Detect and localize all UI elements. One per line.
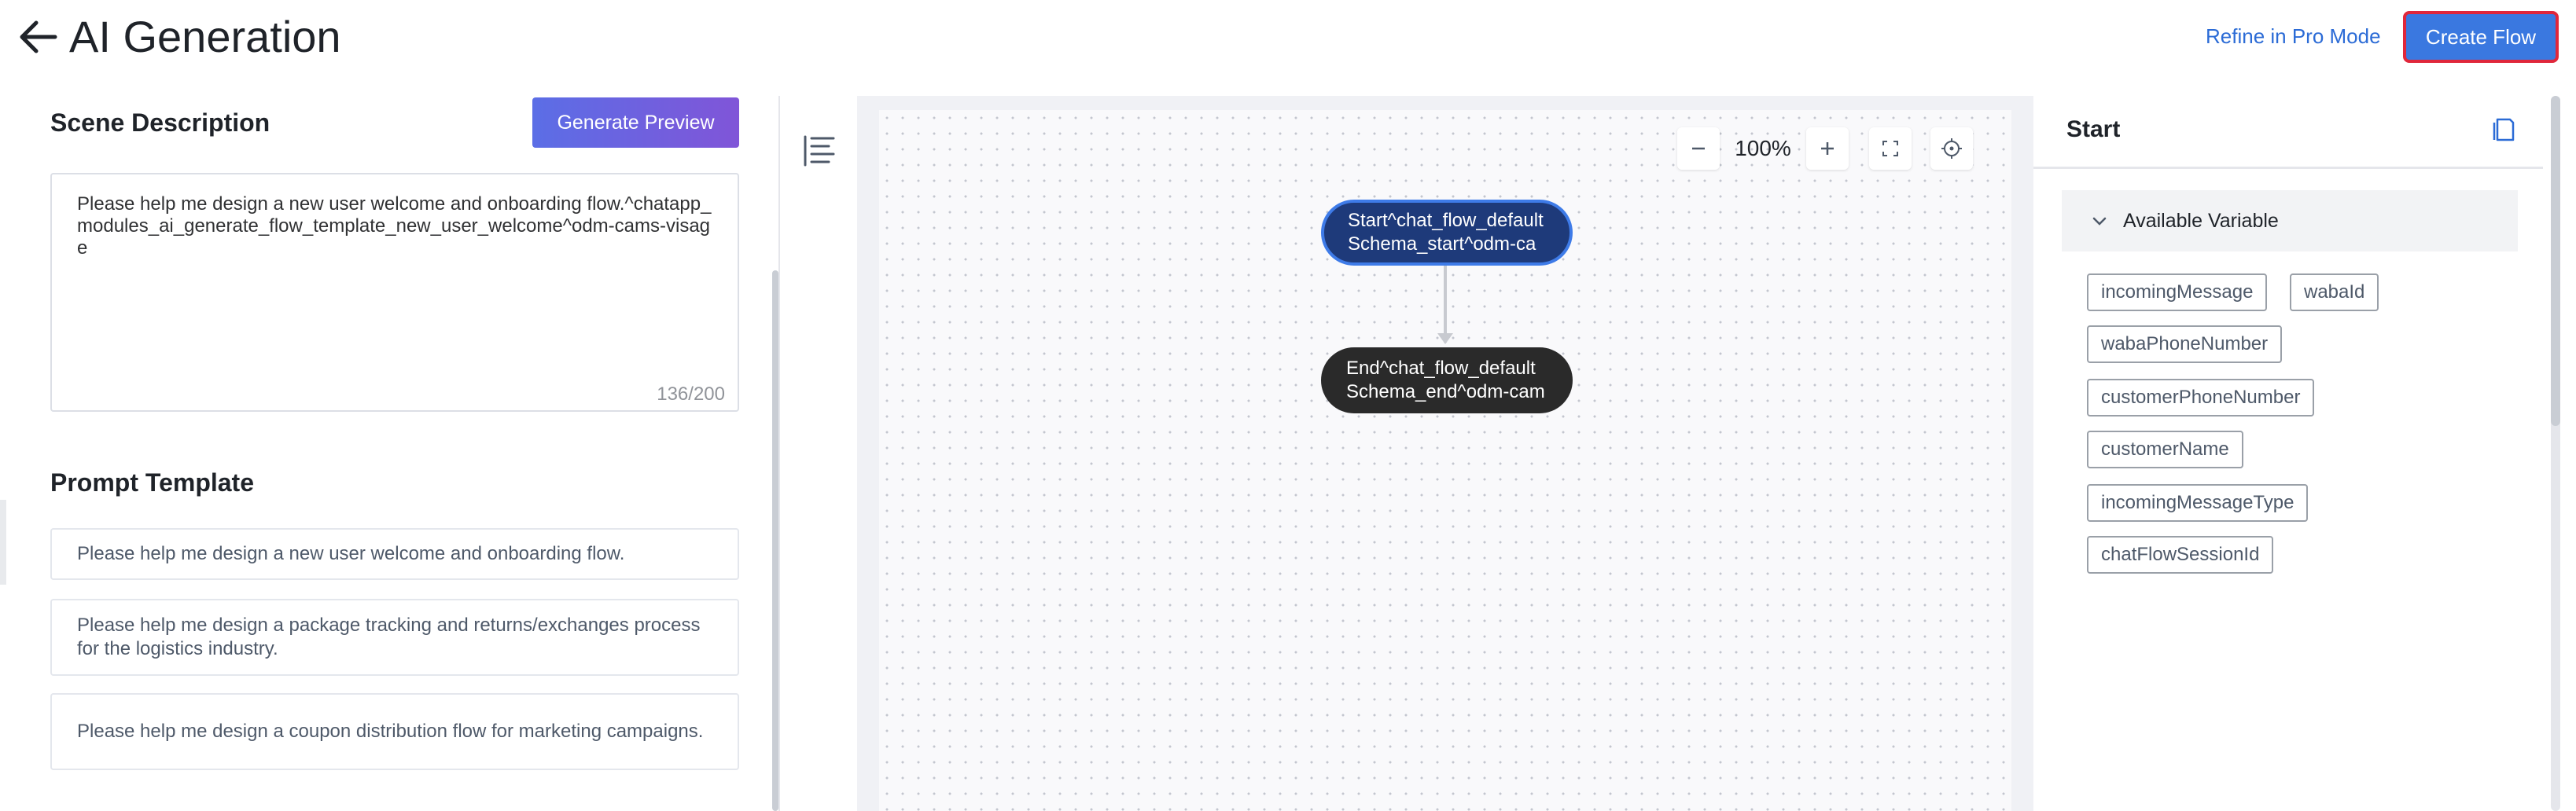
prompt-template-item[interactable]: Please help me design a coupon distribut… (50, 693, 739, 770)
zoom-out-button[interactable] (1677, 127, 1720, 170)
left-scrollbar[interactable] (772, 270, 778, 811)
list-outline-icon[interactable] (802, 134, 837, 168)
character-counter: 136/200 (657, 383, 725, 405)
variable-tag[interactable]: chatFlowSessionId (2087, 536, 2274, 574)
fit-view-button[interactable] (1869, 127, 1912, 170)
scene-description-input[interactable]: Please help me design a new user welcome… (50, 173, 739, 412)
scene-panel: Scene Description Generate Preview Pleas… (0, 96, 778, 811)
variable-tag[interactable]: customerPhoneNumber (2087, 379, 2315, 417)
refine-pro-mode-link[interactable]: Refine in Pro Mode (2206, 22, 2381, 50)
prompt-template-text: Please help me design a package tracking… (77, 615, 701, 659)
zoom-level: 100% (1735, 136, 1791, 160)
node-connector (1444, 266, 1447, 343)
prompt-template-title: Prompt Template (50, 468, 254, 497)
page-title: AI Generation (69, 12, 341, 61)
locate-button[interactable] (1930, 127, 1973, 170)
scene-description-text: Please help me design a new user welcome… (77, 193, 712, 259)
minus-icon (1692, 147, 1705, 150)
arrow-left-icon[interactable] (16, 17, 60, 57)
start-node-label: Start^chat_flow_defaultSchema_start^odm-… (1348, 210, 1544, 255)
end-node[interactable]: End^chat_flow_defaultSchema_end^odm-cams… (1321, 347, 1573, 413)
create-flow-button[interactable]: Create Flow (2403, 11, 2559, 63)
variable-tag[interactable]: wabaId (2290, 273, 2379, 311)
prompt-template-item[interactable]: Please help me design a package tracking… (50, 599, 739, 676)
prompt-template-item[interactable]: Please help me design a new user welcome… (50, 528, 739, 580)
panel-separator (2033, 167, 2543, 169)
variable-tag[interactable]: customerName (2087, 431, 2243, 468)
generate-preview-button[interactable]: Generate Preview (532, 97, 739, 148)
variable-tag[interactable]: wabaPhoneNumber (2087, 325, 2283, 363)
left-edge-handle[interactable] (0, 500, 6, 585)
plus-icon (1821, 142, 1834, 155)
connector-arrowhead (1437, 333, 1453, 344)
variable-tag[interactable]: incomingMessageType (2087, 484, 2309, 522)
zoom-toolbar: 100% (1677, 127, 1973, 170)
page-header: AI Generation Refine in Pro Mode Create … (0, 0, 2576, 74)
prompt-template-text: Please help me design a coupon distribut… (77, 721, 704, 742)
panel-title: Start (2066, 116, 2121, 142)
zoom-in-button[interactable] (1806, 127, 1849, 170)
available-variable-title: Available Variable (2123, 209, 2279, 232)
crosshair-icon (1941, 138, 1962, 159)
fullscreen-icon (1882, 141, 1898, 156)
scene-description-title: Scene Description (50, 108, 270, 137)
node-properties-panel: Start Available Variable incomingMessage… (2033, 96, 2576, 811)
document-icon[interactable] (2491, 116, 2518, 143)
right-scrollbar-thumb[interactable] (2551, 96, 2560, 426)
prompt-template-text: Please help me design a new user welcome… (77, 543, 625, 564)
available-variable-header[interactable]: Available Variable (2062, 190, 2518, 251)
start-node[interactable]: Start^chat_flow_defaultSchema_start^odm-… (1321, 200, 1573, 266)
end-node-label: End^chat_flow_defaultSchema_end^odm-cams… (1346, 358, 1545, 402)
chevron-down-icon (2092, 217, 2107, 226)
panel-divider (778, 96, 780, 811)
variable-tag[interactable]: incomingMessage (2087, 273, 2268, 311)
